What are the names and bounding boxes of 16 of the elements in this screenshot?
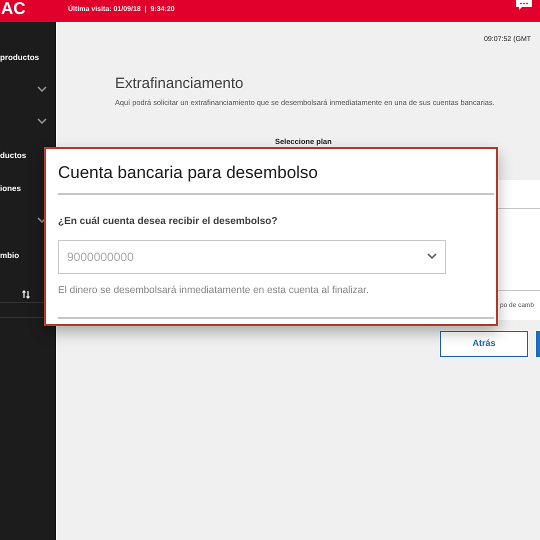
chat-icon[interactable] [516, 0, 532, 10]
question-label: ¿En cuál cuenta desea recibir el desembolso? [58, 215, 278, 229]
sidebar-item[interactable]: iones [0, 183, 21, 195]
modal-title: Cuenta bancaria para desembolso [58, 162, 318, 184]
sidebar-item[interactable]: mbio [0, 250, 20, 262]
chevron-down-icon[interactable] [37, 86, 47, 93]
swap-arrows-icon[interactable] [22, 290, 30, 299]
hint-text: El dinero se desembolsará inmediatamente en esta cuenta al finalizar. [58, 284, 369, 298]
chevron-down-icon[interactable] [37, 118, 47, 125]
sidebar-item[interactable]: ductos [0, 150, 26, 162]
account-select[interactable]: 9000000000 [58, 240, 446, 274]
chevron-down-icon[interactable] [427, 253, 437, 260]
logo: AC [1, 0, 26, 17]
page-title: Extrafinanciamento [115, 74, 244, 94]
back-button[interactable]: Atrás [440, 331, 528, 357]
sidebar-item[interactable]: productos [0, 52, 40, 64]
